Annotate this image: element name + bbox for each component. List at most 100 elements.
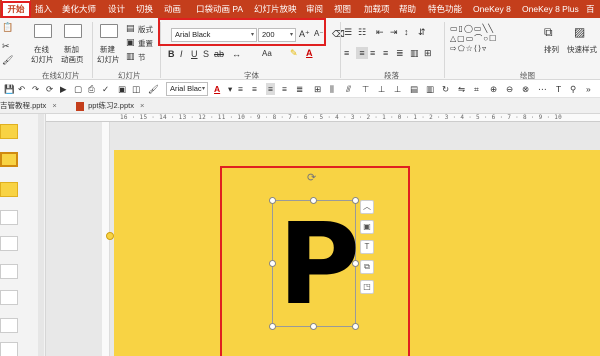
mini-link-icon[interactable]: ⚲ [570,83,576,95]
tab-review[interactable]: 审阅 [306,0,323,18]
clear-format-icon[interactable]: ⌫ [332,28,345,40]
slide-thumbnail[interactable] [0,342,18,356]
tab-document-2[interactable]: ppt练习2.pptx × [76,99,144,114]
section-button[interactable]: 节 [138,52,146,63]
tab-overflow[interactable]: 百 [586,0,595,18]
cut-icon[interactable]: ✂ [2,40,10,52]
new-slide-icon[interactable] [100,24,118,38]
reset-button[interactable]: 重置 [138,38,153,49]
close-icon[interactable]: × [140,101,144,110]
tab-onekey8[interactable]: OneKey 8 [473,0,511,18]
tab-beautify[interactable]: 美化大师 [62,0,96,18]
mini-font-name-combo[interactable]: Arial Blac ▾ [166,82,208,96]
new-file-icon[interactable]: ▢ [74,83,82,95]
mini-align-right-icon[interactable]: ≡ [282,83,287,95]
columns-icon[interactable]: ▥ [410,47,419,59]
mini-dist-v-icon[interactable]: ⫻ [346,83,351,95]
close-icon[interactable]: × [52,101,56,110]
picture-icon[interactable]: ▣ [118,83,126,95]
online-slide-icon[interactable] [34,24,52,38]
mini-dist-h-icon[interactable]: ⫼ [330,83,334,95]
mini-layer-icon[interactable]: ▥ [426,83,434,95]
change-case-button[interactable]: Aa [262,49,272,58]
slide-thumbnail[interactable] [0,182,18,197]
tab-insert[interactable]: 插入 [35,0,52,18]
mini-rotate-icon[interactable]: ↻ [442,83,449,95]
paste-icon[interactable]: 📋 [2,21,13,33]
mini-overflow-icon[interactable]: » [586,83,591,95]
mini-align-top-icon[interactable]: ⊤ [362,83,369,95]
repeat-icon[interactable]: ⟳ [46,83,53,95]
slide-thumbnail[interactable] [0,290,18,305]
slide[interactable]: P ⟳ ︿ ▣ T ⧉ ◳ [114,150,600,356]
slide-thumbnail[interactable] [0,210,18,225]
tab-document-1[interactable]: 吉管教程.pptx × [0,99,57,114]
slideshow-start-icon[interactable]: ▶ [60,83,67,95]
slide-thumbnail[interactable] [0,318,18,333]
tab-view[interactable]: 视图 [334,0,351,18]
mini-font-color-icon[interactable]: A [214,83,220,95]
tab-pocket-animation[interactable]: 口袋动画 PA [196,0,243,18]
section-icon[interactable]: ▥ [126,50,135,62]
increase-indent-icon[interactable]: ⇥ [390,26,398,38]
format-painter-icon[interactable]: 🖌 [2,54,13,66]
tab-addins[interactable]: 加载项 [364,0,390,18]
char-spacing-icon[interactable]: ↔ [232,48,241,60]
text-direction-icon[interactable]: ⇵ [418,26,426,38]
align-left-icon[interactable]: ≡ [344,47,349,59]
underline-button[interactable]: U [191,48,198,60]
align-right-icon[interactable]: ≡ [370,47,375,59]
mini-more-icon[interactable]: ⋯ [538,83,547,95]
line-spacing-icon[interactable]: ↕ [404,26,409,38]
decrease-indent-icon[interactable]: ⇤ [376,26,384,38]
bullets-icon[interactable]: ☰ [344,26,352,38]
tab-help[interactable]: 帮助 [399,0,416,18]
tab-onekey8plus[interactable]: OneKey 8 Plus [522,0,579,18]
shadow-button[interactable]: S [203,48,209,60]
shapes-gallery[interactable]: ▭▯◯▭╲╲ △▢▭⌒○☐ ⇨⬠☆⟨⟩▿ [450,24,530,54]
align-center-icon[interactable]: ≡ [356,47,368,59]
quick-styles-button[interactable]: 快速样式 [567,44,597,55]
italic-button[interactable]: I [180,48,183,60]
mini-align-bottom-icon[interactable]: ⊥ [394,83,401,95]
slide-thumbnail[interactable] [0,236,18,251]
highlight-color-icon[interactable]: ✎ [290,47,298,59]
justify-icon[interactable]: ≡ [383,47,388,59]
arrange-icon[interactable]: ⧉ [544,26,553,38]
tab-animations[interactable]: 动画 [164,0,181,18]
print-icon[interactable]: ⎙ [88,83,95,95]
add-animation-page-icon[interactable] [64,24,82,38]
font-color-button[interactable]: A [306,47,313,59]
format-painter-icon[interactable]: 🖌 [148,83,159,95]
thumbnail-scrollbar[interactable] [38,114,44,356]
save-icon[interactable]: 💾 [4,83,15,95]
slide-thumbnail-selected[interactable] [0,152,18,167]
redo-icon[interactable]: ↷ [32,83,39,95]
undo-icon[interactable]: ↶ [18,83,25,95]
arrange-button[interactable]: 排列 [544,44,559,55]
numbering-icon[interactable]: ☷ [358,26,366,38]
tab-special-features[interactable]: 特色功能 [428,0,462,18]
chevron-down-icon[interactable]: ▾ [228,83,232,95]
tab-transitions[interactable]: 切换 [136,0,153,18]
mini-intersect-icon[interactable]: ⊗ [522,83,529,95]
slide-thumbnail[interactable] [0,264,18,279]
distributed-icon[interactable]: ≣ [396,47,404,59]
spellcheck-icon[interactable]: ✓ [102,83,109,95]
mini-group-icon[interactable]: ▤ [410,83,418,95]
layout-icon[interactable]: ▤ [126,22,135,34]
layout-button[interactable]: 版式 [138,24,153,35]
mini-align-middle-icon[interactable]: ⊥ [378,83,385,95]
mini-distributed-icon[interactable]: ⊞ [314,83,321,95]
strikethrough-button[interactable]: ab [214,48,224,60]
tab-design[interactable]: 设计 [108,0,125,18]
slide-thumbnail[interactable] [0,124,18,139]
mini-merge-icon[interactable]: ⊕ [490,83,497,95]
mini-justify-icon[interactable]: ≣ [296,83,303,95]
bold-button[interactable]: B [168,48,175,60]
mini-flip-icon[interactable]: ⇋ [458,83,465,95]
smartart-icon[interactable]: ⊞ [424,47,432,59]
mini-text-icon[interactable]: T [556,83,561,95]
tab-slideshow[interactable]: 幻灯片放映 [254,0,297,18]
mini-align-left-icon[interactable]: ≡ [238,83,243,95]
